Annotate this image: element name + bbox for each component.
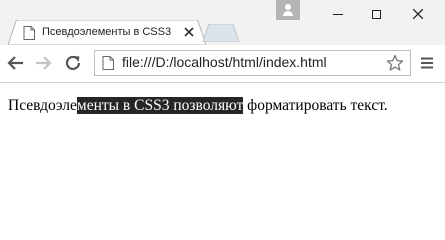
close-icon[interactable] (184, 27, 194, 37)
text-before-selection: Псевдоэле (8, 97, 77, 114)
arrow-right-icon (36, 56, 52, 70)
new-tab-button[interactable] (203, 24, 239, 42)
url-text[interactable]: file:///D:/localhost/html/index.html (122, 54, 327, 70)
close-window-button[interactable] (398, 0, 438, 28)
reload-icon (65, 55, 81, 70)
page-icon (23, 26, 35, 40)
tab-title: Псевдоэлементы в CSS3 (42, 26, 172, 38)
browser-tab[interactable]: Псевдоэлементы в CSS3 (8, 20, 206, 45)
star-icon[interactable] (386, 54, 404, 72)
back-button[interactable] (4, 52, 26, 74)
forward-button[interactable] (33, 52, 55, 74)
minimize-button[interactable] (318, 0, 358, 28)
hamburger-menu-icon (421, 57, 433, 69)
maximize-button[interactable] (356, 0, 396, 28)
title-bar: Псевдоэлементы в CSS3 (0, 0, 445, 45)
paragraph: Псевдоэлементы в CSS3 позволяют форматир… (8, 97, 388, 115)
arrow-left-icon (7, 56, 23, 70)
user-profile-icon[interactable] (276, 0, 300, 20)
browser-toolbar: file:///D:/localhost/html/index.html (0, 45, 445, 83)
reload-button[interactable] (62, 52, 84, 74)
selected-text[interactable]: менты в CSS3 позволяют (76, 97, 244, 114)
text-after-selection: форматировать текст. (243, 97, 388, 114)
page-icon (102, 56, 114, 70)
address-bar[interactable]: file:///D:/localhost/html/index.html (94, 50, 411, 76)
menu-button[interactable] (416, 52, 438, 74)
page-content: Псевдоэлементы в CSS3 позволяют форматир… (0, 83, 445, 211)
